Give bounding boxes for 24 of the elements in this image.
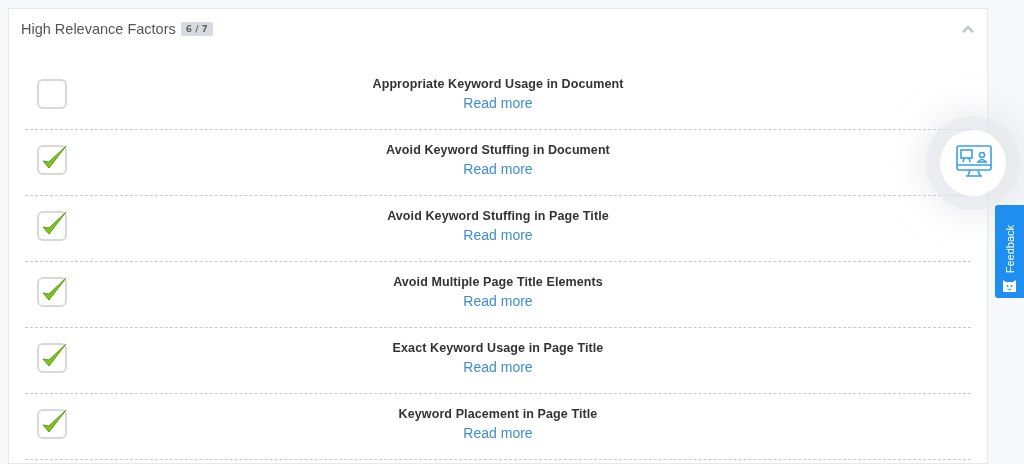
presentation-monitor-icon[interactable] xyxy=(956,145,992,179)
section-title: High Relevance Factors xyxy=(21,21,176,37)
factor-title: Avoid Keyword Stuffing in Page Title xyxy=(387,208,609,223)
checked-checkbox[interactable] xyxy=(37,409,67,439)
factor-title: Avoid Keyword Stuffing in Document xyxy=(386,142,610,157)
checked-checkbox[interactable] xyxy=(37,277,67,307)
read-more-link[interactable]: Read more xyxy=(463,424,533,441)
read-more-link[interactable]: Read more xyxy=(463,94,533,111)
checked-checkbox[interactable] xyxy=(37,145,67,175)
collapse-chevron-icon[interactable] xyxy=(961,24,975,34)
factor-title: Keyword Placement in Page Title xyxy=(398,406,598,421)
read-more-link[interactable]: Read more xyxy=(463,160,533,177)
factor-title: Exact Keyword Usage in Page Title xyxy=(392,340,604,355)
read-more-link[interactable]: Read more xyxy=(463,358,533,375)
factor-title: Avoid Multiple Page Title Elements xyxy=(393,274,603,289)
count-badge: 6 / 7 xyxy=(180,22,213,36)
checkbox[interactable] xyxy=(37,79,67,109)
read-more-link[interactable]: Read more xyxy=(463,226,533,243)
checked-checkbox[interactable] xyxy=(37,211,67,241)
read-more-link[interactable]: Read more xyxy=(463,292,533,309)
factor-title: Appropriate Keyword Usage in Document xyxy=(372,76,624,91)
smiley-icon xyxy=(1003,280,1016,292)
feedback-button[interactable]: Feedback xyxy=(995,205,1024,298)
checked-checkbox[interactable] xyxy=(37,343,67,373)
